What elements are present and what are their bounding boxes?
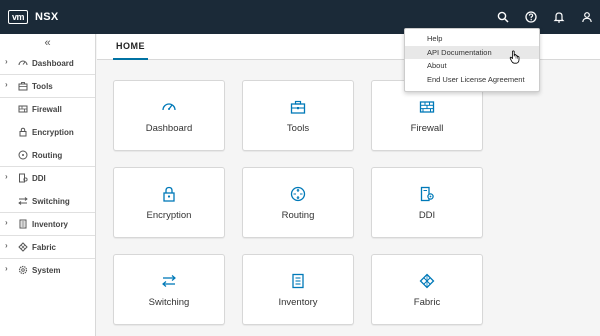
card-ddi[interactable]: DDI [371, 167, 483, 238]
sidebar-item-label: System [32, 266, 61, 275]
inventory-icon [19, 219, 27, 229]
fabric-icon [419, 273, 435, 289]
sidebar-item-routing[interactable]: Routing [0, 144, 95, 167]
card-dashboard[interactable]: Dashboard [113, 80, 225, 151]
vmware-logo[interactable]: vm [8, 10, 28, 24]
card-switching[interactable]: Switching [113, 254, 225, 325]
sidebar-item-switching[interactable]: Switching [0, 190, 95, 213]
card-label: Tools [286, 123, 310, 134]
sidebar-item-firewall[interactable]: Firewall [0, 98, 95, 121]
card-label: Dashboard [145, 123, 193, 134]
sidebar-item-system[interactable]: › System [0, 259, 95, 282]
sidebar-item-label: Dashboard [32, 59, 74, 68]
dashboard-icon [162, 103, 176, 111]
sidebar-item-label: Switching [32, 197, 70, 206]
ddi-icon [420, 186, 434, 202]
switching-icon [162, 275, 176, 287]
inventory-icon [292, 273, 304, 289]
toolbox-icon [18, 82, 28, 91]
firewall-icon [419, 101, 435, 113]
sidebar-item-tools[interactable]: › Tools [0, 75, 95, 98]
sidebar-item-label: Inventory [32, 220, 69, 229]
sidebar-item-label: Firewall [32, 105, 62, 114]
card-label: Firewall [410, 123, 444, 134]
card-label: Fabric [413, 297, 441, 308]
toolbox-icon [290, 100, 306, 114]
card-inventory[interactable]: Inventory [242, 254, 354, 325]
sidebar-item-label: DDI [32, 174, 46, 183]
collapse-sidebar-button[interactable]: « [0, 34, 95, 52]
chevron-right-icon[interactable]: › [5, 80, 13, 92]
fabric-icon [18, 242, 28, 252]
dashboard-icon [18, 60, 28, 66]
menu-item-help[interactable]: Help [405, 32, 539, 46]
lock-icon [163, 186, 175, 202]
system-icon [18, 265, 28, 275]
card-fabric[interactable]: Fabric [371, 254, 483, 325]
switching-icon [18, 197, 28, 205]
routing-icon [18, 150, 28, 160]
chevron-right-icon[interactable]: › [5, 57, 13, 69]
lock-icon [19, 127, 27, 137]
ddi-icon [19, 173, 28, 183]
card-label: Routing [281, 210, 315, 221]
sidebar-item-inventory[interactable]: › Inventory [0, 213, 95, 236]
bell-icon[interactable] [546, 0, 572, 34]
sidebar-item-label: Routing [32, 151, 63, 160]
sidebar-item-label: Encryption [32, 128, 74, 137]
chevron-right-icon[interactable]: › [5, 218, 13, 230]
card-encryption[interactable]: Encryption [113, 167, 225, 238]
sidebar-item-fabric[interactable]: › Fabric [0, 236, 95, 259]
sidebar-item-ddi[interactable]: › DDI [0, 167, 95, 190]
chevron-right-icon[interactable]: › [5, 241, 13, 253]
card-tools[interactable]: Tools [242, 80, 354, 151]
card-routing[interactable]: Routing [242, 167, 354, 238]
user-icon[interactable] [574, 0, 600, 34]
chevron-right-icon[interactable]: › [5, 172, 13, 184]
card-label: DDI [418, 210, 436, 221]
sidebar-item-dashboard[interactable]: › Dashboard [0, 52, 95, 75]
app-title[interactable]: NSX [35, 11, 59, 23]
card-label: Switching [148, 297, 190, 308]
chevron-right-icon[interactable]: › [5, 264, 13, 276]
card-label: Encryption [146, 210, 192, 221]
sidebar-item-encryption[interactable]: Encryption [0, 121, 95, 144]
hand-cursor-icon [509, 50, 520, 64]
menu-item-eula[interactable]: End User License Agreement [405, 73, 539, 87]
sidebar-item-label: Fabric [32, 243, 57, 252]
tab-home[interactable]: HOME [113, 34, 148, 60]
sidebar: « › Dashboard › Tools Firewall Encryptio… [0, 34, 96, 336]
routing-icon [290, 186, 306, 202]
card-label: Inventory [278, 297, 318, 308]
sidebar-item-label: Tools [32, 82, 53, 91]
firewall-icon [18, 105, 28, 113]
